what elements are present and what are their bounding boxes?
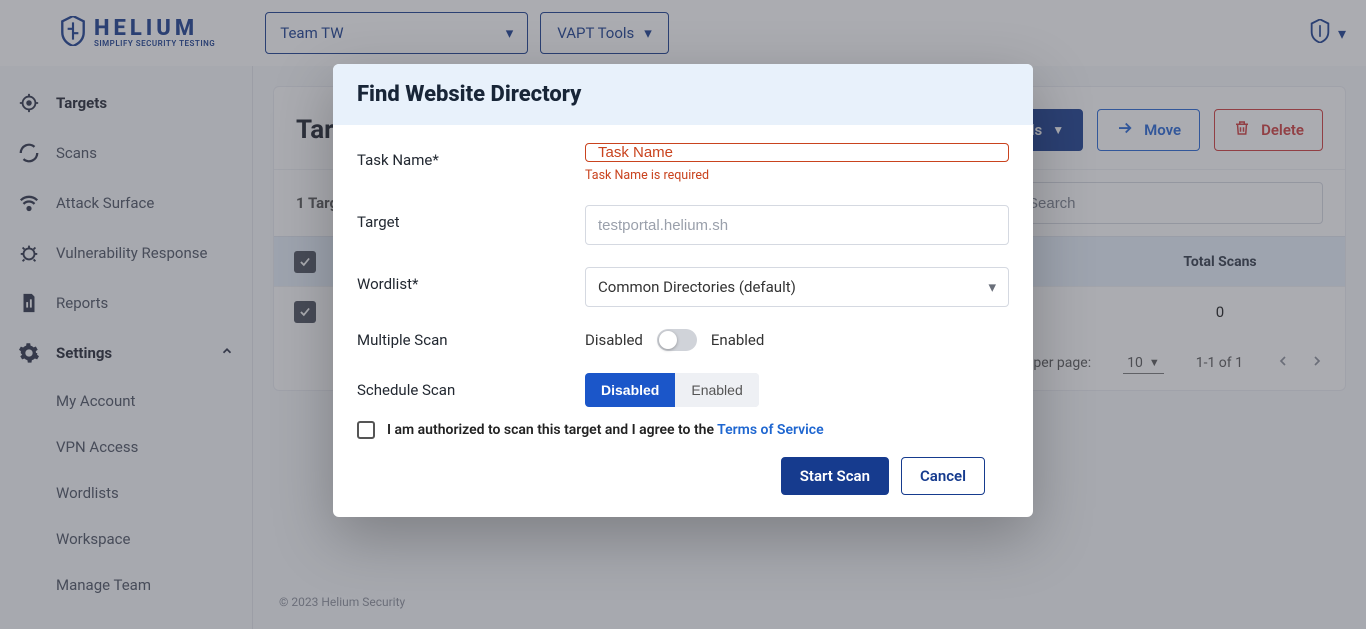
task-name-error: Task Name is required [585,168,1009,183]
wordlist-label: Wordlist* [357,267,585,293]
terms-link[interactable]: Terms of Service [717,422,823,438]
find-directory-modal: Find Website Directory Task Name* Task N… [333,64,1033,517]
start-scan-button[interactable]: Start Scan [781,457,889,495]
wordlist-select[interactable]: Common Directories (default) ▾ [585,267,1009,307]
schedule-disabled-btn[interactable]: Disabled [585,373,675,407]
consent-text: I am authorized to scan this target and … [387,422,824,438]
wordlist-value: Common Directories (default) [598,278,796,296]
target-input[interactable] [585,205,1009,245]
consent-prefix: I am authorized to scan this target and … [387,422,717,438]
consent-checkbox[interactable] [357,421,375,439]
cancel-button[interactable]: Cancel [901,457,985,495]
multiscan-enabled-text: Enabled [711,331,764,349]
cancel-label: Cancel [920,467,966,485]
start-scan-label: Start Scan [800,467,870,485]
multiscan-disabled-text: Disabled [585,331,643,349]
task-name-input[interactable] [585,143,1009,162]
schedule-enabled-btn[interactable]: Enabled [675,373,758,407]
schedule-segmented: Disabled Enabled [585,373,759,407]
caret-down-icon: ▾ [988,278,996,296]
schedule-label: Schedule Scan [357,381,585,399]
modal-overlay[interactable]: Find Website Directory Task Name* Task N… [0,0,1366,629]
multiscan-toggle[interactable] [657,329,697,351]
modal-title: Find Website Directory [357,82,1009,107]
multiscan-label: Multiple Scan [357,331,585,349]
target-label: Target [357,205,585,231]
task-name-label: Task Name* [357,143,585,169]
